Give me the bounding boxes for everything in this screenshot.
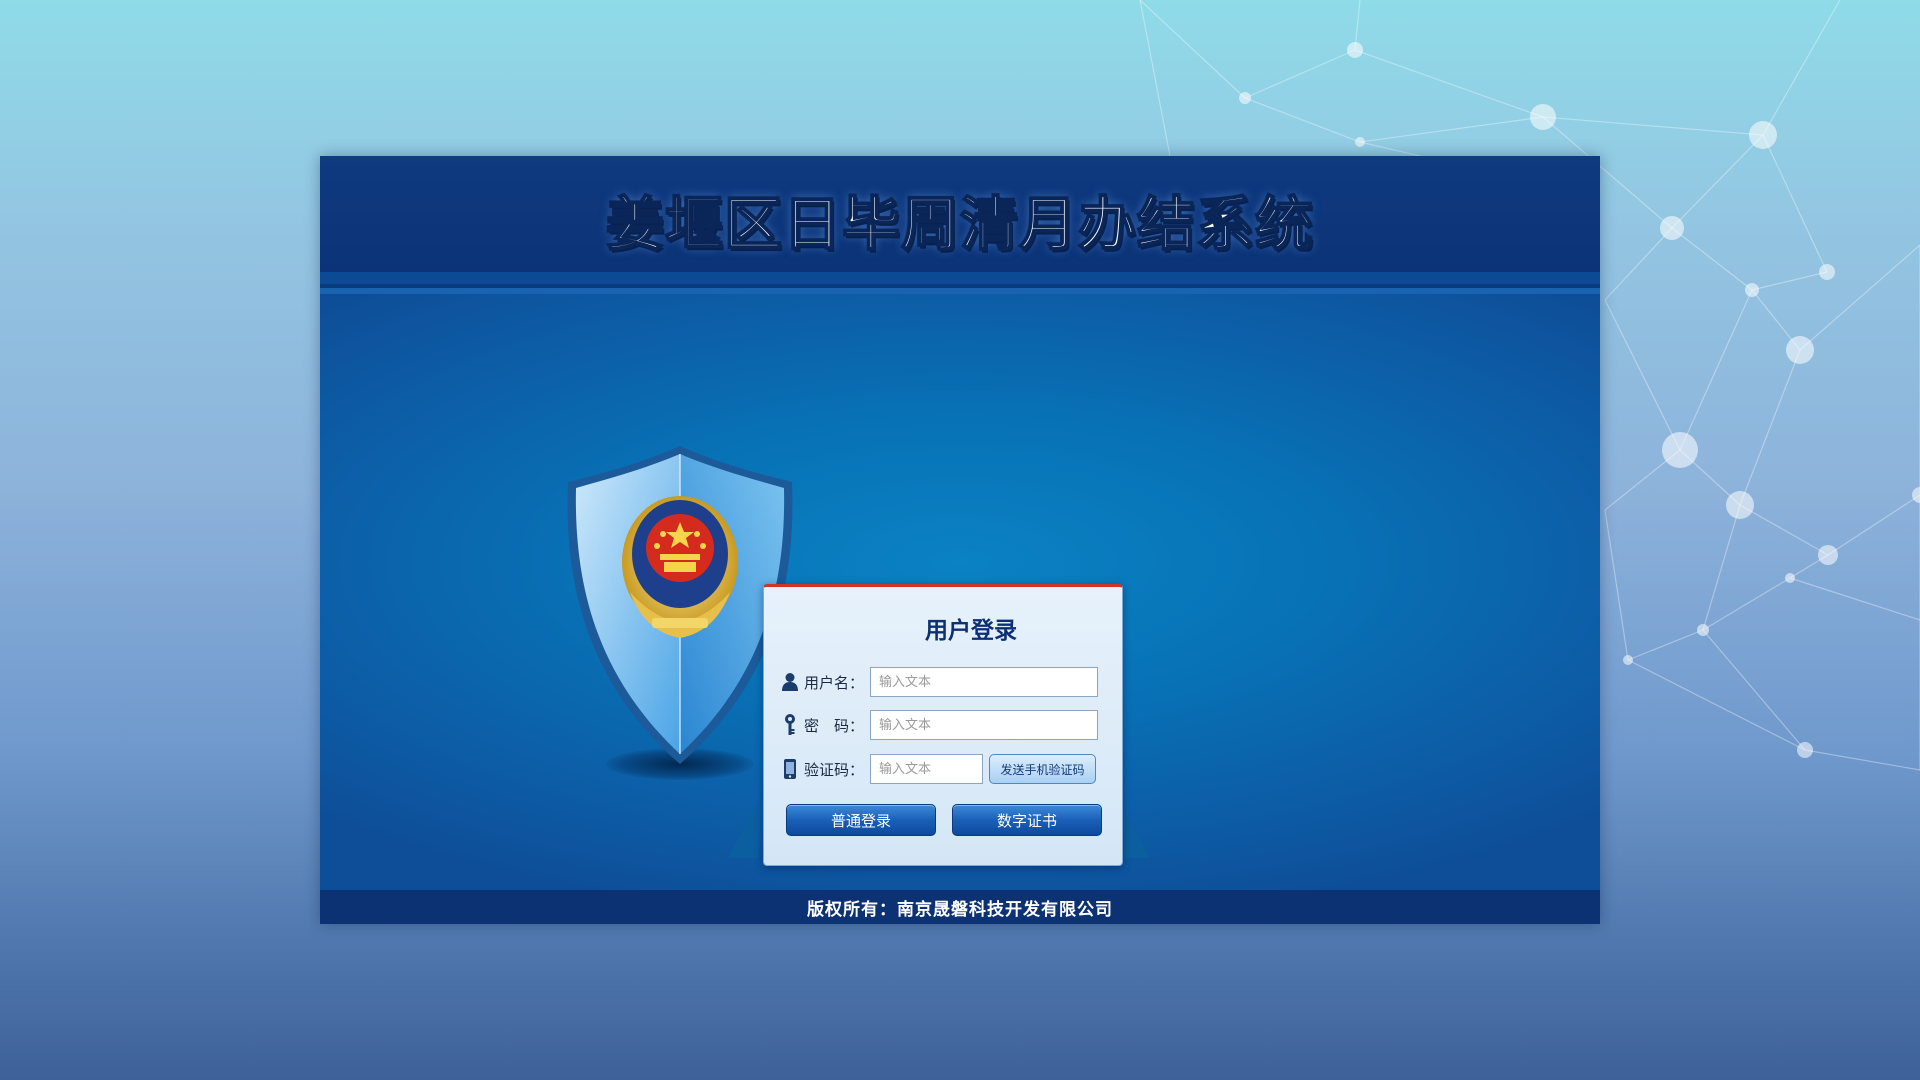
main-area: 用户登录 用户名： 密 码： 验证码： [320,294,1600,890]
copyright-text: 版权所有：南京晟磐科技开发有限公司 [807,899,1113,920]
password-row: 密 码： [780,708,1110,742]
login-buttons: 普通登录 数字证书 [786,804,1102,838]
card-wing-left [728,804,758,858]
username-row: 用户名： [780,665,1110,699]
digital-certificate-button[interactable]: 数字证书 [952,804,1102,836]
verification-label: 验证码： [804,760,865,779]
page-title: 姜堰区日毕周清月办结系统 [605,189,1314,259]
username-label: 用户名： [804,673,865,692]
login-card: 用户登录 用户名： 密 码： 验证码： [763,584,1123,866]
card-wing-right [1120,804,1150,858]
user-icon [780,670,800,694]
password-label: 密 码： [804,716,865,735]
send-sms-code-button[interactable]: 发送手机验证码 [989,754,1096,784]
header-bar: 姜堰区日毕周清月办结系统 [320,156,1600,272]
phone-icon [780,757,800,781]
verification-row: 验证码： 发送手机验证码 [780,752,1110,786]
header-divider [320,272,1600,284]
normal-login-button[interactable]: 普通登录 [786,804,936,836]
login-panel: 姜堰区日毕周清月办结系统 用户登录 用户名： 输入文本 密 码： 验证码： 输入… [320,156,1600,924]
username-input[interactable] [870,667,1098,697]
login-title: 用户登录 [925,618,1017,644]
verification-code-input[interactable] [870,754,983,784]
password-input[interactable] [870,710,1098,740]
footer-bar: 版权所有：南京晟磐科技开发有限公司 [320,890,1600,924]
key-icon [780,713,800,737]
